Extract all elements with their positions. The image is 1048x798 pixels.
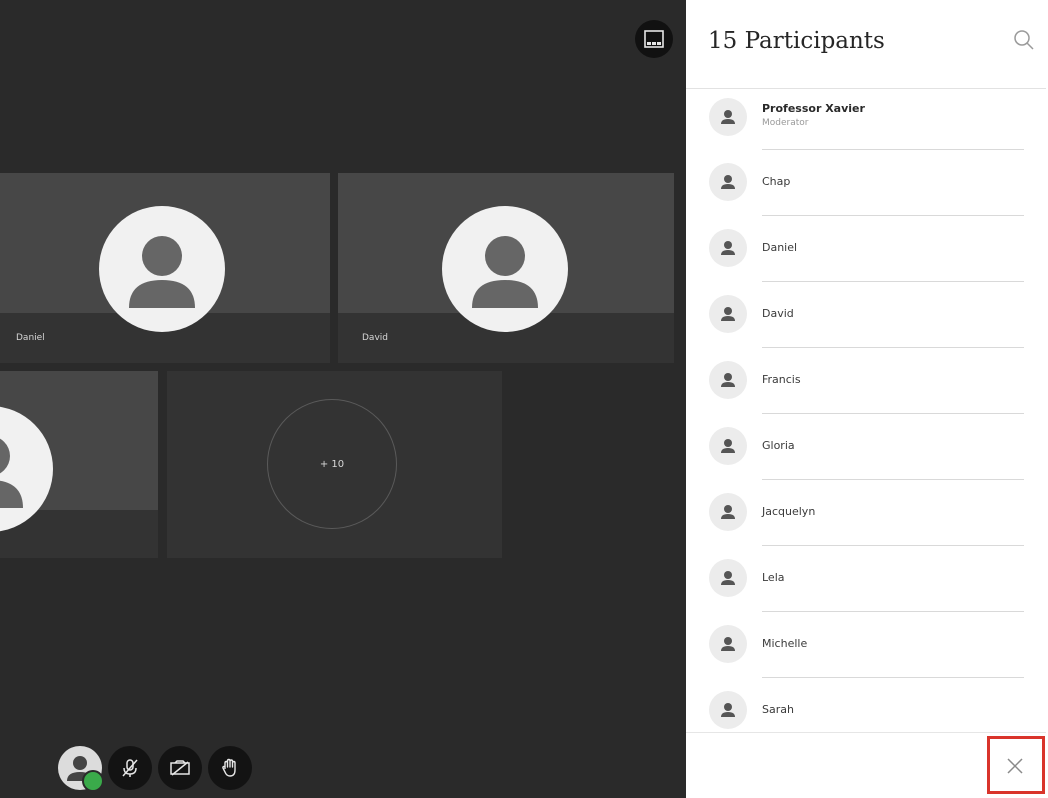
participant-icon xyxy=(709,361,747,399)
person-icon xyxy=(721,571,735,585)
video-tile-david[interactable]: David xyxy=(338,173,674,363)
camera-button[interactable] xyxy=(158,746,202,790)
panel-footer xyxy=(686,732,1046,798)
participant-list: Professor Xavier Moderator Chap Daniel D… xyxy=(686,90,1046,744)
participant-row-jacquelyn[interactable]: Jacquelyn xyxy=(686,480,1046,546)
participant-row-lela[interactable]: Lela xyxy=(686,546,1046,612)
participant-avatar xyxy=(99,206,225,332)
person-icon xyxy=(721,373,735,387)
search-button[interactable] xyxy=(1012,28,1036,52)
close-icon xyxy=(1007,758,1023,774)
layout-toggle-button[interactable] xyxy=(635,20,673,58)
participant-row-francis[interactable]: Francis xyxy=(686,348,1046,414)
person-icon xyxy=(721,637,735,651)
session-controls xyxy=(58,745,252,792)
collaborate-session: Daniel David + 10 15 Participants Profes… xyxy=(0,0,1048,798)
participant-row-gloria[interactable]: Gloria xyxy=(686,414,1046,480)
participant-icon xyxy=(709,559,747,597)
person-icon xyxy=(721,110,735,124)
participant-icon xyxy=(709,625,747,663)
participant-name: David xyxy=(762,307,794,320)
video-tile-daniel[interactable]: Daniel xyxy=(0,173,330,363)
participant-name: Jacquelyn xyxy=(762,505,816,518)
participant-icon xyxy=(709,229,747,267)
person-icon xyxy=(721,439,735,453)
panel-title: 15 Participants xyxy=(708,28,885,54)
participant-name: Daniel xyxy=(762,241,798,254)
raise-hand-icon xyxy=(222,758,236,777)
my-status-button[interactable] xyxy=(58,746,104,792)
participant-name: Francis xyxy=(762,373,801,386)
participant-row-david[interactable]: David xyxy=(686,282,1046,348)
participant-name: Lela xyxy=(762,571,785,584)
video-tile-partial[interactable] xyxy=(0,371,158,558)
participant-name: Professor Xavier xyxy=(762,102,865,115)
video-stage: Daniel David + 10 xyxy=(0,0,686,798)
microphone-button[interactable] xyxy=(108,746,152,790)
participant-name: Gloria xyxy=(762,439,795,452)
participant-icon xyxy=(709,163,747,201)
participants-panel: 15 Participants Professor Xavier Moderat… xyxy=(686,0,1048,798)
mic-muted-icon xyxy=(122,759,138,777)
participant-row-michelle[interactable]: Michelle xyxy=(686,612,1046,678)
participant-row-professor-xavier[interactable]: Professor Xavier Moderator xyxy=(686,90,1046,150)
person-icon xyxy=(721,703,735,717)
search-icon xyxy=(1014,30,1034,50)
close-panel-button[interactable] xyxy=(986,737,1044,795)
participant-icon xyxy=(709,98,747,136)
person-icon xyxy=(472,236,538,308)
tile-name-label: Daniel xyxy=(16,333,45,343)
participant-icon xyxy=(709,295,747,333)
participant-name: Chap xyxy=(762,175,791,188)
person-icon xyxy=(721,505,735,519)
video-tile-overflow[interactable]: + 10 xyxy=(167,371,502,558)
person-icon xyxy=(721,307,735,321)
participant-row-daniel[interactable]: Daniel xyxy=(686,216,1046,282)
camera-off-icon xyxy=(170,760,190,776)
raise-hand-button[interactable] xyxy=(208,746,252,790)
participant-row-chap[interactable]: Chap xyxy=(686,150,1046,216)
participant-name: Sarah xyxy=(762,703,794,716)
participant-icon xyxy=(709,493,747,531)
panel-header: 15 Participants xyxy=(686,0,1046,89)
status-indicator xyxy=(82,770,104,792)
participant-name: Michelle xyxy=(762,637,808,650)
participant-role: Moderator xyxy=(762,118,809,128)
person-icon xyxy=(129,236,195,308)
tile-name-label: David xyxy=(362,333,388,343)
gallery-layout-icon xyxy=(644,30,664,48)
participant-icon xyxy=(709,691,747,729)
person-icon xyxy=(721,175,735,189)
participant-avatar xyxy=(442,206,568,332)
participant-icon xyxy=(709,427,747,465)
person-icon xyxy=(721,241,735,255)
more-participants-badge: + 10 xyxy=(267,399,397,529)
